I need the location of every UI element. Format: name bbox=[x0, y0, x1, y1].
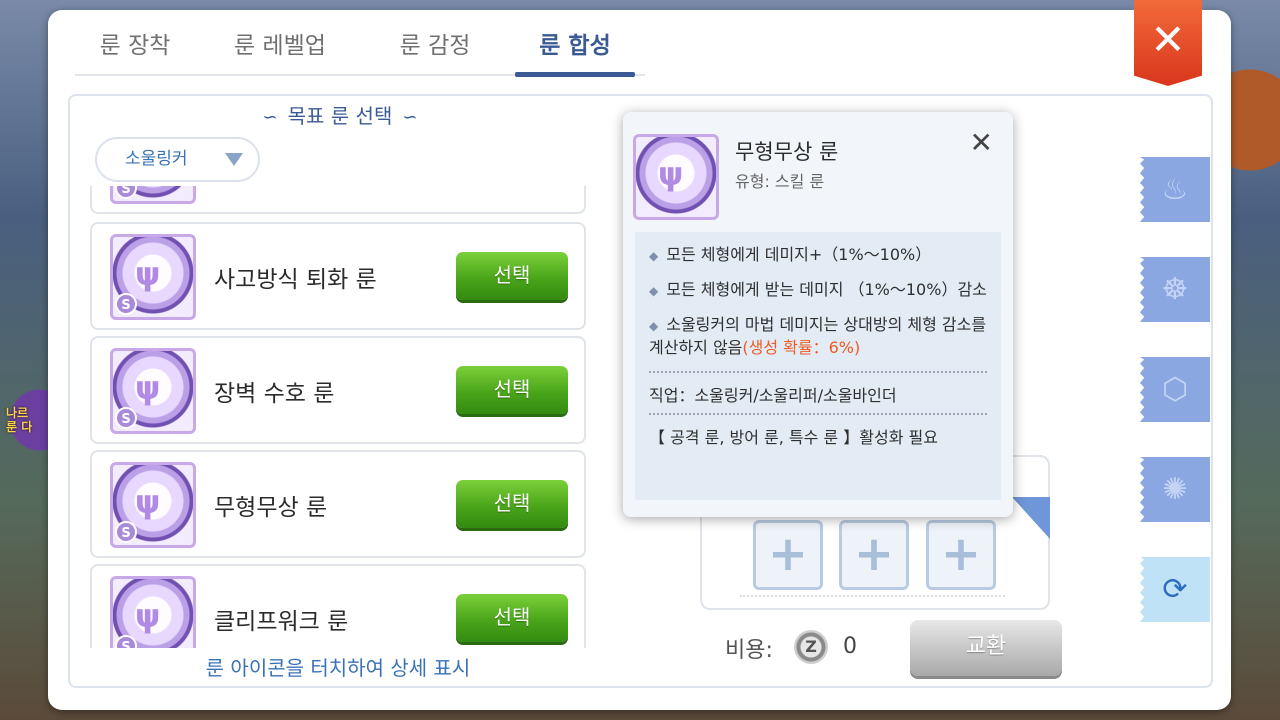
side-tab-dice[interactable]: ✺ bbox=[1140, 457, 1210, 522]
swirl-right-icon: ∽ bbox=[402, 107, 418, 128]
rune-name: 클리프워크 룬 bbox=[214, 609, 349, 635]
select-button[interactable]: 선택 bbox=[456, 252, 568, 300]
cost-value: 0 bbox=[843, 634, 857, 659]
side-tab-crest[interactable]: ⬡ bbox=[1140, 357, 1210, 422]
swirl-left-icon: ∽ bbox=[262, 107, 278, 128]
close-button[interactable]: ✕ bbox=[1134, 0, 1202, 86]
cost-label: 비용: bbox=[725, 638, 773, 663]
tab-rune-levelup[interactable]: 룬 레벨업 bbox=[195, 24, 365, 74]
list-item-partial: S bbox=[90, 186, 586, 214]
material-slot-3[interactable]: + bbox=[926, 520, 996, 590]
material-slot-1[interactable]: + bbox=[753, 520, 823, 590]
rune-glyph-icon: ψ bbox=[135, 255, 161, 293]
rune-name: 사고방식 퇴화 룬 bbox=[214, 267, 377, 293]
rune-icon[interactable]: S bbox=[110, 186, 196, 204]
rune-glyph-icon: ψ bbox=[135, 597, 161, 635]
s-badge-icon: S bbox=[115, 293, 137, 315]
rune-icon[interactable]: ψ S bbox=[110, 576, 196, 648]
dropdown-arrow-icon bbox=[225, 153, 243, 166]
list-item: ψ S 무형무상 룬 선택 bbox=[90, 450, 586, 558]
target-rune-title: ∽ 목표 룬 선택 ∽ bbox=[262, 104, 418, 128]
diamond-bullet-icon: ◆ bbox=[649, 284, 659, 298]
rune-icon[interactable]: ψ S bbox=[110, 462, 196, 548]
rune-glyph-icon: ψ bbox=[658, 155, 684, 193]
fire-icon: ♨ bbox=[1161, 172, 1189, 207]
rune-list[interactable]: S ψ S 사고방식 퇴화 룬 선택 ψ S 장벽 수호 룬 선택 ψ S 무형… bbox=[88, 186, 588, 648]
select-button[interactable]: 선택 bbox=[456, 480, 568, 528]
side-tab-fire[interactable]: ♨ bbox=[1140, 157, 1210, 222]
popup-type: 유형: 스킬 룬 bbox=[735, 172, 825, 191]
tab-rune-equip[interactable]: 룬 장착 bbox=[75, 24, 195, 74]
zeny-coin-icon: Z bbox=[794, 630, 828, 664]
effect-row: ◆ 모든 체형에게 받는 데미지 （1%～10%）감소 bbox=[649, 280, 987, 299]
tab-rune-appraise[interactable]: 룬 감정 bbox=[365, 24, 505, 74]
tab-bar: 룬 장착 룬 레벨업 룬 감정 룬 합성 bbox=[75, 24, 645, 77]
effect-row: ◆ 소울링커의 마법 데미지는 상대방의 체형 감소를 계산하지 않음(생성 확률… bbox=[649, 315, 987, 357]
crest-icon: ⬡ bbox=[1161, 372, 1189, 407]
shield-flame-icon: ☸ bbox=[1161, 272, 1189, 307]
dice-icon: ✺ bbox=[1162, 472, 1188, 507]
list-item: ψ S 사고방식 퇴화 룬 선택 bbox=[90, 222, 586, 330]
s-badge-icon: S bbox=[115, 186, 137, 199]
rune-icon: ψ bbox=[633, 134, 719, 220]
diamond-bullet-icon: ◆ bbox=[649, 319, 659, 333]
select-button[interactable]: 선택 bbox=[456, 366, 568, 414]
s-badge-icon: S bbox=[115, 521, 137, 543]
divider bbox=[649, 413, 987, 415]
tab-rune-synthesis[interactable]: 룬 합성 bbox=[515, 24, 635, 77]
rune-icon[interactable]: ψ S bbox=[110, 348, 196, 434]
background-side-text: 나르 룬 다 bbox=[6, 406, 33, 434]
list-item: ψ S 장벽 수호 룬 선택 bbox=[90, 336, 586, 444]
s-badge-icon: S bbox=[115, 407, 137, 429]
list-item: ψ S 클리프워크 룬 선택 bbox=[90, 564, 586, 648]
exchange-button[interactable]: 교환 bbox=[910, 620, 1062, 676]
popup-title: 무형무상 룬 bbox=[735, 140, 839, 164]
s-badge-icon: S bbox=[115, 635, 137, 648]
rune-name: 무형무상 룬 bbox=[214, 495, 328, 521]
popup-close-button[interactable]: ✕ bbox=[970, 126, 993, 159]
rune-icon[interactable]: ψ S bbox=[110, 234, 196, 320]
material-slot-2[interactable]: + bbox=[839, 520, 909, 590]
rune-glyph-icon: ψ bbox=[135, 369, 161, 407]
divider bbox=[740, 595, 1005, 597]
select-button[interactable]: 선택 bbox=[456, 594, 568, 642]
rune-name: 장벽 수호 룬 bbox=[214, 381, 335, 407]
exchange-icon: ⟳ bbox=[1162, 572, 1188, 607]
side-tab-shield[interactable]: ☸ bbox=[1140, 257, 1210, 322]
job-dropdown-value: 소울링커 bbox=[125, 149, 188, 169]
side-tab-exchange[interactable]: ⟳ bbox=[1140, 557, 1210, 622]
rune-detail-popup: ψ 무형무상 룬 유형: 스킬 룬 ✕ ◆ 모든 체형에게 데미지+（1%～10%… bbox=[623, 112, 1013, 517]
popup-body: ◆ 모든 체형에게 데미지+（1%～10%） ◆ 모든 체형에게 받는 데미지 （1… bbox=[635, 232, 1001, 500]
requirement-text: 【 공격 룬, 방어 룬, 특수 룬 】활성화 필요 bbox=[649, 428, 938, 447]
effect-row: ◆ 모든 체형에게 데미지+（1%～10%） bbox=[649, 245, 932, 264]
touch-hint: 룬 아이콘을 터치하여 상세 표시 bbox=[205, 656, 471, 680]
divider bbox=[649, 371, 987, 373]
close-icon: ✕ bbox=[1150, 14, 1186, 64]
diamond-bullet-icon: ◆ bbox=[649, 249, 659, 263]
job-text: 직업：소울링커/소울리퍼/소울바인더 bbox=[649, 386, 897, 405]
rune-glyph-icon: ψ bbox=[135, 483, 161, 521]
job-dropdown[interactable]: 소울링커 bbox=[95, 137, 260, 182]
probability-text: (생성 확률：6%) bbox=[742, 338, 861, 357]
